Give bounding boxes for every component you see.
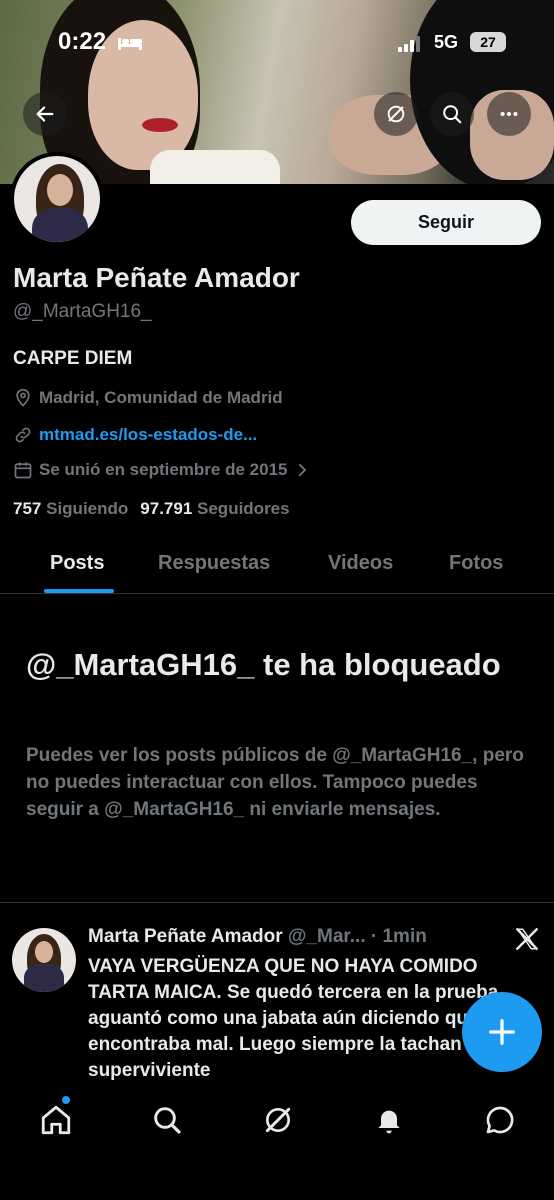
nav-home[interactable] — [36, 1100, 76, 1140]
bell-icon — [378, 1110, 400, 1134]
profile-avatar[interactable] — [10, 152, 104, 246]
chevron-right-icon — [299, 463, 307, 477]
search-icon — [154, 1107, 181, 1134]
battery-icon: 27 — [470, 32, 506, 52]
search-button[interactable] — [430, 92, 474, 136]
profile-name: Marta Peñate Amador — [13, 262, 300, 293]
bottom-navigation — [0, 1086, 554, 1200]
profile-joined-row[interactable]: Se unió en septiembre de 2015 — [13, 458, 317, 482]
calendar-icon — [14, 462, 32, 479]
follow-counts: 757 Siguiendo 97.791 Seguidores — [13, 499, 290, 519]
profile-link[interactable]: mtmad.es/los-estados-de... — [39, 425, 257, 445]
following-count: 757 — [13, 499, 42, 518]
sleep-bed-icon — [118, 38, 142, 50]
profile-tabs: Posts Respuestas Videos Fotos — [0, 540, 554, 594]
plus-icon — [489, 1019, 515, 1045]
post-avatar[interactable] — [12, 928, 76, 992]
home-icon — [41, 1105, 71, 1135]
x-logo-icon — [516, 928, 538, 950]
active-tab-indicator — [44, 589, 114, 593]
following-stat[interactable]: 757 Siguiendo — [13, 499, 128, 518]
message-icon — [486, 1106, 514, 1134]
post-author-name[interactable]: Marta Peñate Amador — [88, 926, 283, 947]
status-time: 0:22 — [58, 28, 107, 55]
search-icon — [443, 105, 462, 124]
nav-messages[interactable] — [480, 1100, 520, 1140]
joined-text: Se unió en septiembre de 2015 — [39, 460, 288, 479]
home-notification-dot — [62, 1096, 70, 1104]
followers-label: Seguidores — [197, 499, 290, 518]
following-label: Siguiendo — [46, 499, 129, 518]
grok-icon — [387, 105, 405, 123]
followers-count: 97.791 — [140, 499, 193, 518]
back-button[interactable] — [23, 92, 67, 136]
profile-bio: CARPE DIEM — [13, 348, 133, 369]
more-icon — [500, 111, 518, 117]
followers-stat[interactable]: 97.791 Seguidores — [140, 499, 289, 518]
tab-fotos[interactable]: Fotos — [449, 552, 503, 575]
network-type: 5G — [434, 32, 459, 52]
tab-videos[interactable]: Videos — [328, 552, 393, 575]
post-handle-time: @_Mar... · 1min — [287, 926, 427, 947]
divider — [0, 902, 554, 903]
compose-button[interactable] — [462, 992, 542, 1072]
nav-notifications[interactable] — [369, 1100, 409, 1140]
follow-button[interactable]: Seguir — [351, 200, 541, 245]
tab-posts[interactable]: Posts — [50, 552, 104, 575]
tab-respuestas[interactable]: Respuestas — [158, 552, 270, 575]
grok-button[interactable] — [374, 92, 418, 136]
profile-link-row: mtmad.es/los-estados-de... — [13, 423, 257, 447]
link-icon — [15, 427, 31, 443]
location-pin-icon — [16, 388, 30, 407]
signal-icon — [398, 36, 420, 52]
post-header: Marta Peñate Amador @_Mar... · 1min — [88, 926, 427, 948]
location-text: Madrid, Comunidad de Madrid — [39, 388, 283, 407]
grok-icon — [265, 1107, 291, 1133]
nav-search[interactable] — [147, 1100, 187, 1140]
blocked-title: @_MartaGH16_ te ha bloqueado — [26, 647, 501, 682]
status-bar: 0:22 5G 27 — [0, 22, 554, 62]
profile-handle: @_MartaGH16_ — [13, 301, 152, 322]
profile-location: Madrid, Comunidad de Madrid — [13, 386, 283, 410]
back-arrow-icon — [36, 106, 54, 122]
more-button[interactable] — [487, 92, 531, 136]
nav-grok[interactable] — [258, 1100, 298, 1140]
blocked-description: Puedes ver los posts públicos de @_Marta… — [26, 745, 524, 820]
